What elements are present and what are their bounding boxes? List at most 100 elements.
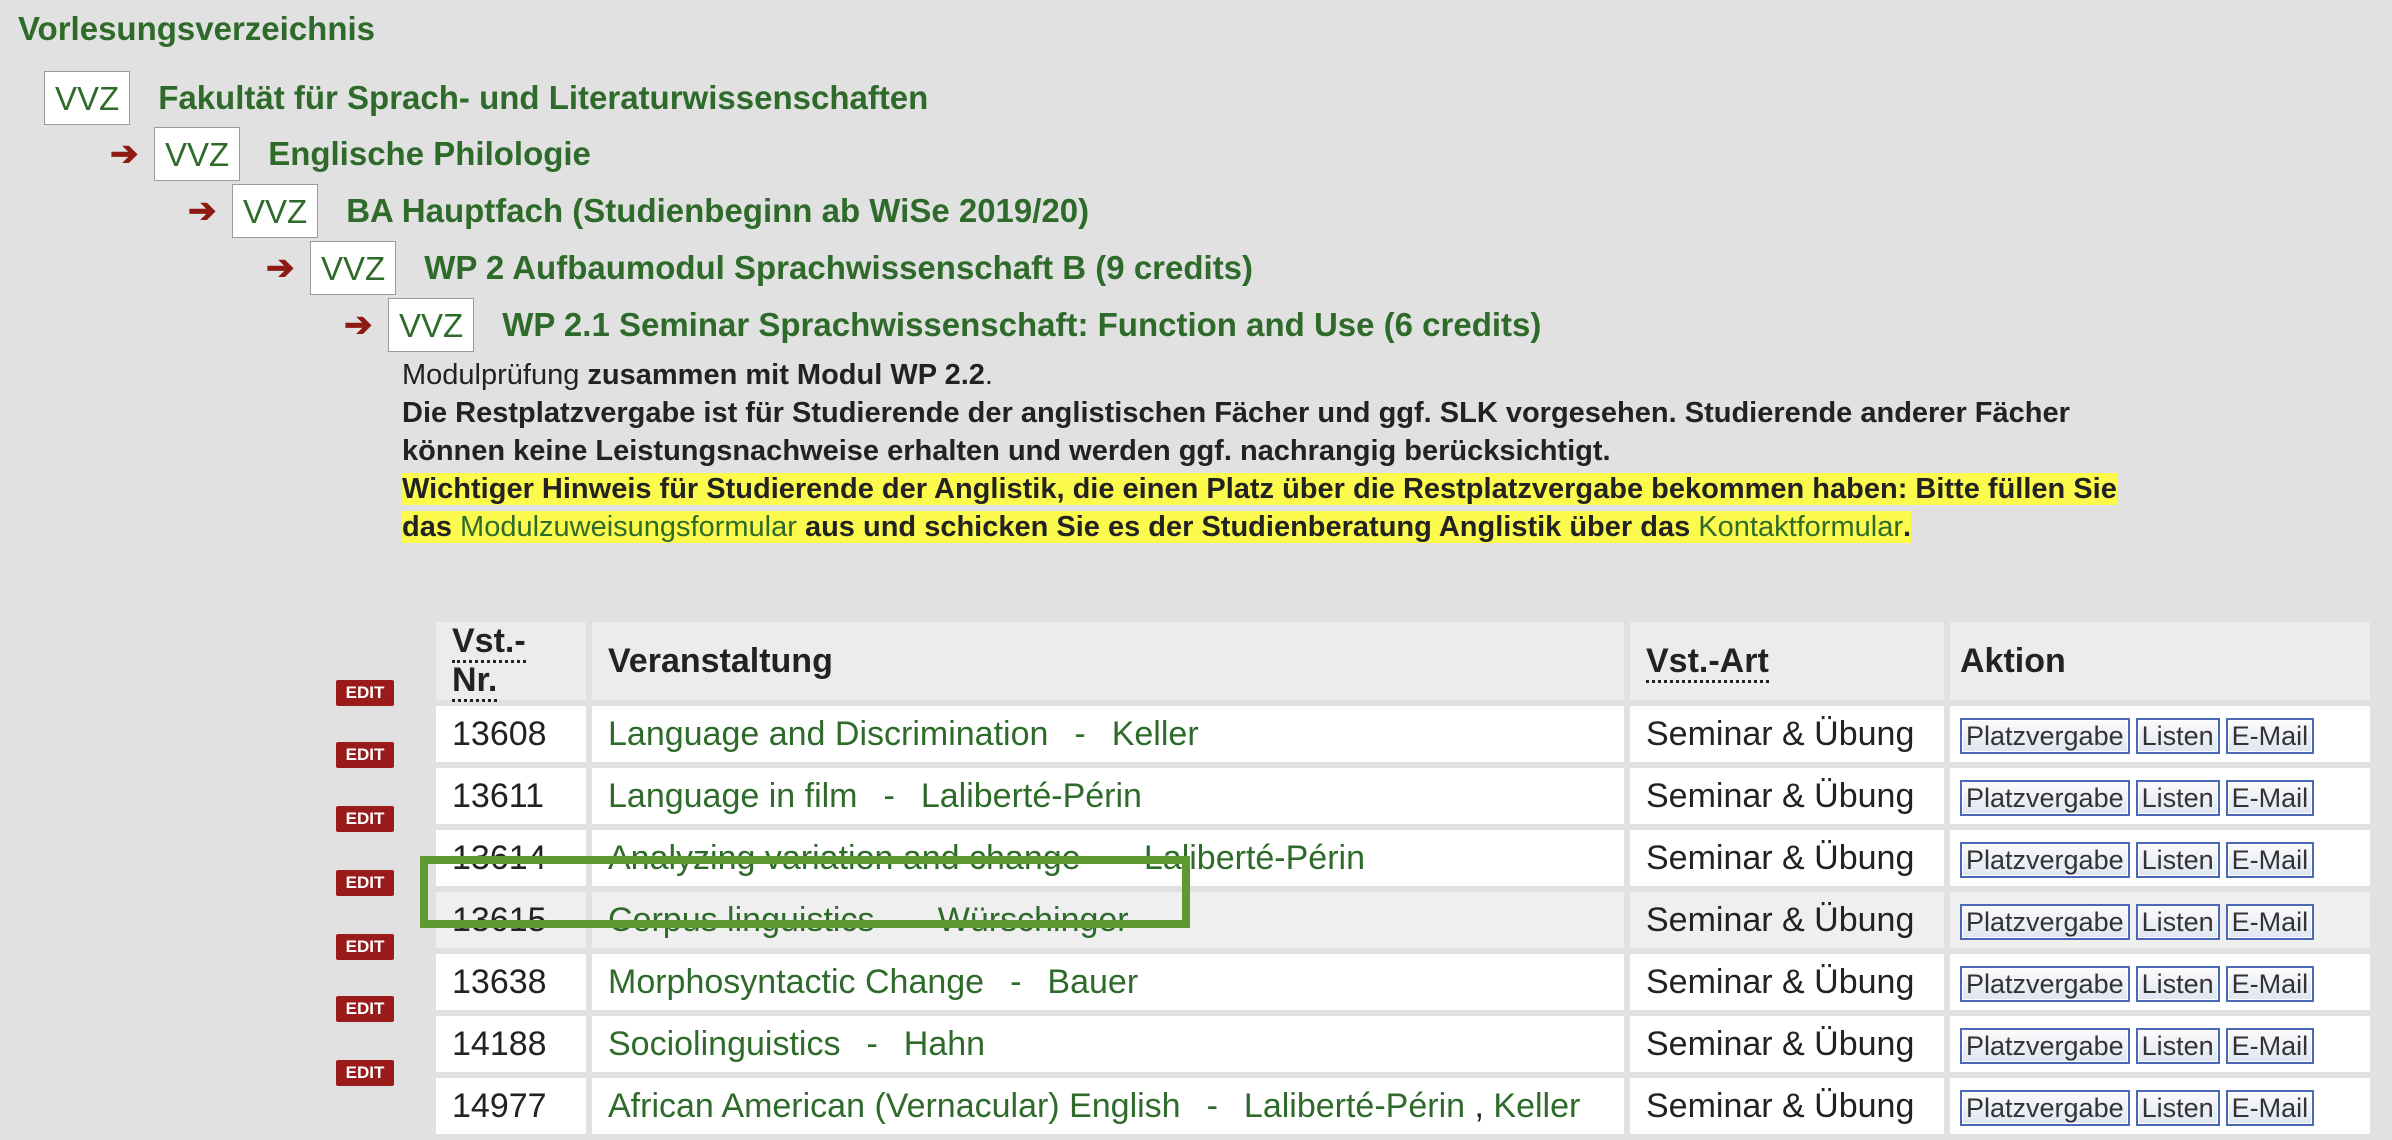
email-button[interactable]: E-Mail [2225,717,2315,754]
header-art: Vst.-Art [1630,622,1944,700]
course-cell: Language and Discrimination - Keller [592,706,1624,762]
course-title-link[interactable]: Sociolinguistics [608,1025,840,1063]
breadcrumb-submodule: ➔ VVZ WP 2.1 Seminar Sprachwissenschaft:… [344,297,1541,353]
lecturer-link[interactable]: Bauer [1047,963,1138,1001]
module-info: Modulprüfung zusammen mit Modul WP 2.2. … [402,356,2302,546]
platzvergabe-button[interactable]: Platzvergabe [1960,1027,2130,1064]
breadcrumb-link[interactable]: BA Hauptfach (Studienbeginn ab WiSe 2019… [346,192,1089,230]
vvz-link[interactable]: VVZ [44,71,131,125]
lecturer-link[interactable]: Hahn [904,1025,985,1063]
platzvergabe-button[interactable]: Platzvergabe [1960,903,2130,940]
listen-button[interactable]: Listen [2135,1089,2220,1126]
vvz-link[interactable]: VVZ [154,127,241,181]
lecturer-link[interactable]: Keller [1493,1087,1580,1125]
separator: - [1206,1086,1218,1125]
selection-highlight-box [420,856,1190,928]
listen-button[interactable]: Listen [2135,717,2220,754]
exam-note-suffix: . [984,359,993,391]
listen-button[interactable]: Listen [2135,1027,2220,1064]
course-cell: Morphosyntactic Change - Bauer [592,954,1624,1010]
contact-form-link[interactable]: Kontaktformular [1698,511,1903,543]
listen-button[interactable]: Listen [2135,779,2220,816]
breadcrumb-program: ➔ VVZ BA Hauptfach (Studienbeginn ab WiS… [188,183,1089,239]
vvz-link[interactable]: VVZ [232,184,319,238]
course-number: 13608 [436,706,586,762]
listen-button[interactable]: Listen [2135,965,2220,1002]
course-type: Seminar & Übung [1630,892,1944,948]
action-cell: Platzvergabe Listen E-Mail [1950,830,2370,886]
course-title-link[interactable]: Morphosyntactic Change [608,963,984,1001]
lecturer-link[interactable]: Keller [1112,715,1199,753]
email-button[interactable]: E-Mail [2225,1027,2315,1064]
table-header-row: Vst.-Nr. Veranstaltung Vst.-Art Aktion [436,622,2370,702]
table-row: 13638 Morphosyntactic Change - Bauer Seminar… [436,954,2370,1010]
edit-button[interactable]: EDIT [336,680,394,706]
vvz-link[interactable]: VVZ [388,298,475,352]
course-type: Seminar & Übung [1630,954,1944,1010]
separator: - [1010,962,1022,1001]
edit-button[interactable]: EDIT [336,1060,394,1086]
listen-button[interactable]: Listen [2135,903,2220,940]
course-type: Seminar & Übung [1630,830,1944,886]
action-cell: Platzvergabe Listen E-Mail [1950,892,2370,948]
separator: - [1074,714,1086,753]
platzvergabe-button[interactable]: Platzvergabe [1960,841,2130,878]
listen-button[interactable]: Listen [2135,841,2220,878]
separator: - [866,1024,878,1063]
notice-text: . [1902,511,1912,543]
course-title-link[interactable]: African American (Vernacular) English [608,1087,1181,1125]
course-type: Seminar & Übung [1630,706,1944,762]
allocation-note-2: können keine Leistungsnachweise erhalten… [402,435,1611,467]
header-title: Veranstaltung [592,622,1624,700]
course-type: Seminar & Übung [1630,1016,1944,1072]
course-number: 13638 [436,954,586,1010]
breadcrumb-link[interactable]: WP 2 Aufbaumodul Sprachwissenschaft B (9… [424,249,1253,287]
lecturer-link[interactable]: Laliberté-Périn [1244,1087,1465,1125]
email-button[interactable]: E-Mail [2225,965,2315,1002]
table-row: 13608 Language and Discrimination - Keller S… [436,706,2370,762]
platzvergabe-button[interactable]: Platzvergabe [1960,1089,2130,1126]
edit-button[interactable]: EDIT [336,934,394,960]
table-row: 14188 Sociolinguistics - Hahn Seminar & Übun… [436,1016,2370,1072]
page-title: Vorlesungsverzeichnis [18,10,376,47]
course-number: 14188 [436,1016,586,1072]
breadcrumb-link[interactable]: WP 2.1 Seminar Sprachwissenschaft: Funct… [502,306,1541,344]
email-button[interactable]: E-Mail [2225,1089,2315,1126]
edit-button[interactable]: EDIT [336,996,394,1022]
arrow-right-icon: ➔ [344,306,373,344]
edit-button[interactable]: EDIT [336,806,394,832]
allocation-note-1: Die Restplatzvergabe ist für Studierende… [402,397,2070,429]
vvz-link[interactable]: VVZ [310,241,397,295]
action-cell: Platzvergabe Listen E-Mail [1950,1016,2370,1072]
email-button[interactable]: E-Mail [2225,841,2315,878]
arrow-right-icon: ➔ [110,135,139,173]
course-cell: Language in film - Laliberté-Périn [592,768,1624,824]
notice-text: das [402,511,461,543]
exam-note: Modulprüfung zusammen mit Modul WP 2.2. [402,356,2302,394]
platzvergabe-button[interactable]: Platzvergabe [1960,965,2130,1002]
course-title-link[interactable]: Language and Discrimination [608,715,1048,753]
breadcrumb-link[interactable]: Englische Philologie [268,135,591,173]
lecturer-link[interactable]: Laliberté-Périn [921,777,1142,815]
breadcrumb-faculty: VVZ Fakultät für Sprach- und Literaturwi… [44,70,928,126]
edit-button[interactable]: EDIT [336,742,394,768]
exam-note-bold: zusammen mit Modul WP 2.2 [587,359,985,391]
header-action: Aktion [1950,622,2370,700]
comma: , [1465,1086,1494,1125]
action-cell: Platzvergabe Listen E-Mail [1950,768,2370,824]
notice-text: Wichtiger Hinweis für Studierende der An… [402,473,2117,505]
breadcrumb-module: ➔ VVZ WP 2 Aufbaumodul Sprachwissenschaf… [266,240,1253,296]
email-button[interactable]: E-Mail [2225,779,2315,816]
email-button[interactable]: E-Mail [2225,903,2315,940]
separator: - [883,776,895,815]
course-number: 13611 [436,768,586,824]
module-form-link[interactable]: Modulzuweisungsformular [460,511,797,543]
arrow-right-icon: ➔ [188,192,217,230]
breadcrumb-link[interactable]: Fakultät für Sprach- und Literaturwissen… [158,79,928,117]
platzvergabe-button[interactable]: Platzvergabe [1960,779,2130,816]
action-cell: Platzvergabe Listen E-Mail [1950,706,2370,762]
platzvergabe-button[interactable]: Platzvergabe [1960,717,2130,754]
exam-note-prefix: Modulprüfung [402,359,588,391]
course-title-link[interactable]: Language in film [608,777,858,815]
edit-button[interactable]: EDIT [336,870,394,896]
